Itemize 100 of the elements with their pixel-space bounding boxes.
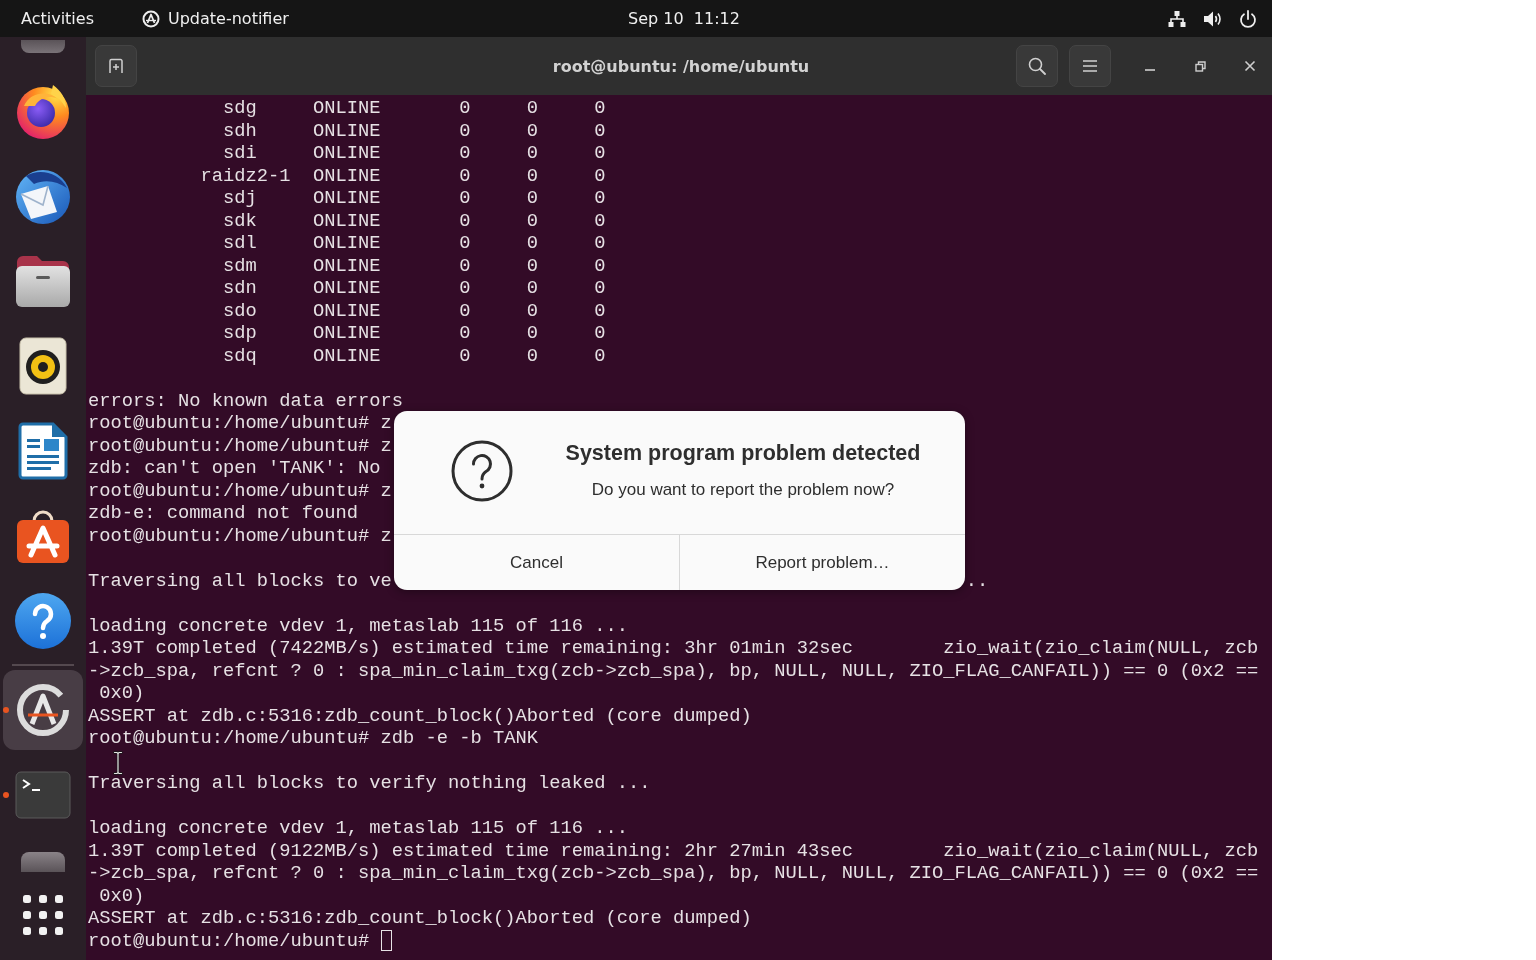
folder-icon[interactable] — [15, 254, 71, 308]
terminal-line: root@ubuntu:/home/ubuntu# z — [88, 479, 392, 502]
terminal-line: 1.39T completed (7422MB/s) estimated time remaining: 3hr 01min 32sec zio_wait(zio_claim(NULL, zcb — [88, 637, 1259, 660]
count-value: 0 — [526, 97, 539, 119]
dialog-button[interactable]: Cancel — [394, 535, 679, 590]
count-value: 0 — [594, 142, 606, 164]
speaker-icon[interactable] — [19, 337, 67, 395]
count-value: 0 — [459, 164, 471, 187]
letter-a-circle-icon — [142, 9, 160, 28]
i-beam-pointer-icon — [113, 751, 123, 775]
shopping-bag-icon[interactable] — [15, 508, 71, 564]
vdev-state: ONLINE — [313, 164, 381, 187]
vdev-name: sdh — [223, 119, 257, 142]
terminal-line: .. — [965, 569, 989, 592]
vdev-name: sdi — [223, 142, 257, 164]
count-value: 0 — [459, 209, 471, 232]
vdev-name: sdp — [223, 322, 257, 344]
terminal-line: ASSERT at zdb.c:5316:zdb_count_block()Aborted (core dumped) — [88, 907, 752, 930]
menu-button[interactable] — [1069, 45, 1111, 87]
count-value: 0 — [526, 299, 539, 322]
vdev-state: ONLINE — [313, 299, 381, 322]
count-value: 0 — [594, 299, 606, 322]
terminal-line: Traversing all blocks to verify nothing leaked ... — [88, 772, 651, 795]
app-menu[interactable]: Update-notifier — [142, 8, 289, 29]
terminal-line: 0x0) — [98, 884, 145, 907]
vdev-name: sdj — [223, 187, 257, 209]
count-value: 0 — [526, 142, 539, 164]
count-value: 0 — [594, 254, 606, 277]
clock-button[interactable]: Sep 10 11:12 — [628, 8, 740, 29]
count-value: 0 — [594, 119, 606, 142]
count-value: 0 — [526, 164, 539, 187]
clipped-app-icon[interactable] — [21, 852, 65, 872]
terminal-line: root@ubuntu:/home/ubuntu# zdb -e -b TANK — [88, 727, 539, 750]
clipped-app-icon[interactable] — [21, 40, 65, 53]
power-icon[interactable] — [1239, 9, 1257, 28]
vdev-state: ONLINE — [313, 254, 381, 277]
count-value: 0 — [594, 97, 606, 119]
count-value: 0 — [526, 344, 539, 367]
count-value: 0 — [594, 164, 606, 187]
vdev-state: ONLINE — [313, 209, 381, 232]
help-icon[interactable] — [14, 592, 72, 650]
terminal-line: 0x0) — [98, 682, 145, 705]
new-tab-icon — [108, 58, 124, 74]
terminal-line: root@ubuntu:/home/ubuntu# — [88, 929, 370, 952]
dialog-title: System program problem detected — [565, 440, 921, 466]
vdev-name: sdq — [223, 344, 257, 367]
fox-globe-icon[interactable] — [14, 82, 72, 140]
terminal-line: root@ubuntu:/home/ubuntu# z — [88, 434, 392, 457]
search-button[interactable] — [1016, 45, 1058, 87]
network-icon[interactable] — [1168, 9, 1186, 28]
restore-icon[interactable] — [1194, 60, 1206, 72]
vdev-state: ONLINE — [313, 277, 381, 299]
vdev-state: ONLINE — [313, 187, 381, 209]
vdev-state: ONLINE — [313, 344, 381, 367]
dock-button[interactable] — [3, 670, 83, 750]
count-value: 0 — [526, 254, 539, 277]
count-value: 0 — [526, 277, 539, 299]
count-value: 0 — [526, 187, 539, 209]
close-icon[interactable] — [1244, 60, 1256, 72]
terminal-line: 1.39T completed (9122MB/s) estimated time remaining: 2hr 27min 43sec zio_wait(zio_claim(NULL, zcb — [88, 839, 1259, 862]
vdev-name: sdg — [223, 97, 257, 119]
activities-button[interactable]: Activities — [21, 8, 94, 29]
terminal-line: ->zcb_spa, refcnt ? 0 : spa_min_claim_txg(zcb->zcb_spa), bp, NULL, NULL, ZIO_FLAG_CANFAIL)) == 0 (0x2 == — [88, 862, 1259, 885]
vdev-name: raidz2-1 — [200, 164, 291, 187]
count-value: 0 — [594, 232, 606, 254]
count-value: 0 — [594, 277, 606, 299]
vdev-name: sdm — [223, 254, 257, 277]
vdev-name: sdn — [223, 277, 257, 299]
count-value: 0 — [459, 344, 471, 367]
count-value: 0 — [459, 119, 471, 142]
terminal-line: loading concrete vdev 1, metaslab 115 of 116 ... — [88, 614, 629, 637]
vdev-name: sdl — [223, 232, 257, 254]
letter-a-ring-icon[interactable] — [15, 682, 71, 738]
count-value: 0 — [459, 232, 471, 254]
document-icon[interactable] — [18, 422, 68, 480]
dialog-button[interactable]: Report problem… — [679, 535, 965, 590]
count-value: 0 — [594, 209, 606, 232]
count-value: 0 — [459, 277, 471, 299]
terminal-line: root@ubuntu:/home/ubuntu# z — [88, 412, 392, 435]
terminal-line: ASSERT at zdb.c:5316:zdb_count_block()Aborted (core dumped) — [88, 704, 752, 727]
app-grid-icon[interactable] — [23, 895, 63, 935]
count-value: 0 — [594, 187, 606, 209]
count-value: 0 — [526, 322, 539, 344]
new-tab-button[interactable] — [95, 45, 137, 87]
terminal-line: loading concrete vdev 1, metaslab 115 of 116 ... — [88, 817, 629, 840]
count-value: 0 — [459, 299, 471, 322]
menu-icon — [1082, 59, 1098, 73]
terminal-line: zdb: can't open 'TANK': No — [88, 457, 381, 480]
count-value: 0 — [459, 254, 471, 277]
count-value: 0 — [594, 322, 606, 344]
terminal-line: Traversing all blocks to ve — [88, 569, 392, 592]
terminal-line: root@ubuntu:/home/ubuntu# z — [88, 524, 392, 547]
count-value: 0 — [459, 142, 471, 164]
terminal-line: errors: No known data errors — [88, 389, 404, 412]
envelope-globe-icon[interactable] — [14, 167, 72, 225]
vdev-state: ONLINE — [313, 322, 381, 344]
vdev-name: sdo — [223, 299, 257, 322]
question-mark-icon — [451, 440, 513, 502]
volume-icon[interactable] — [1203, 9, 1222, 28]
vdev-state: ONLINE — [313, 142, 381, 164]
